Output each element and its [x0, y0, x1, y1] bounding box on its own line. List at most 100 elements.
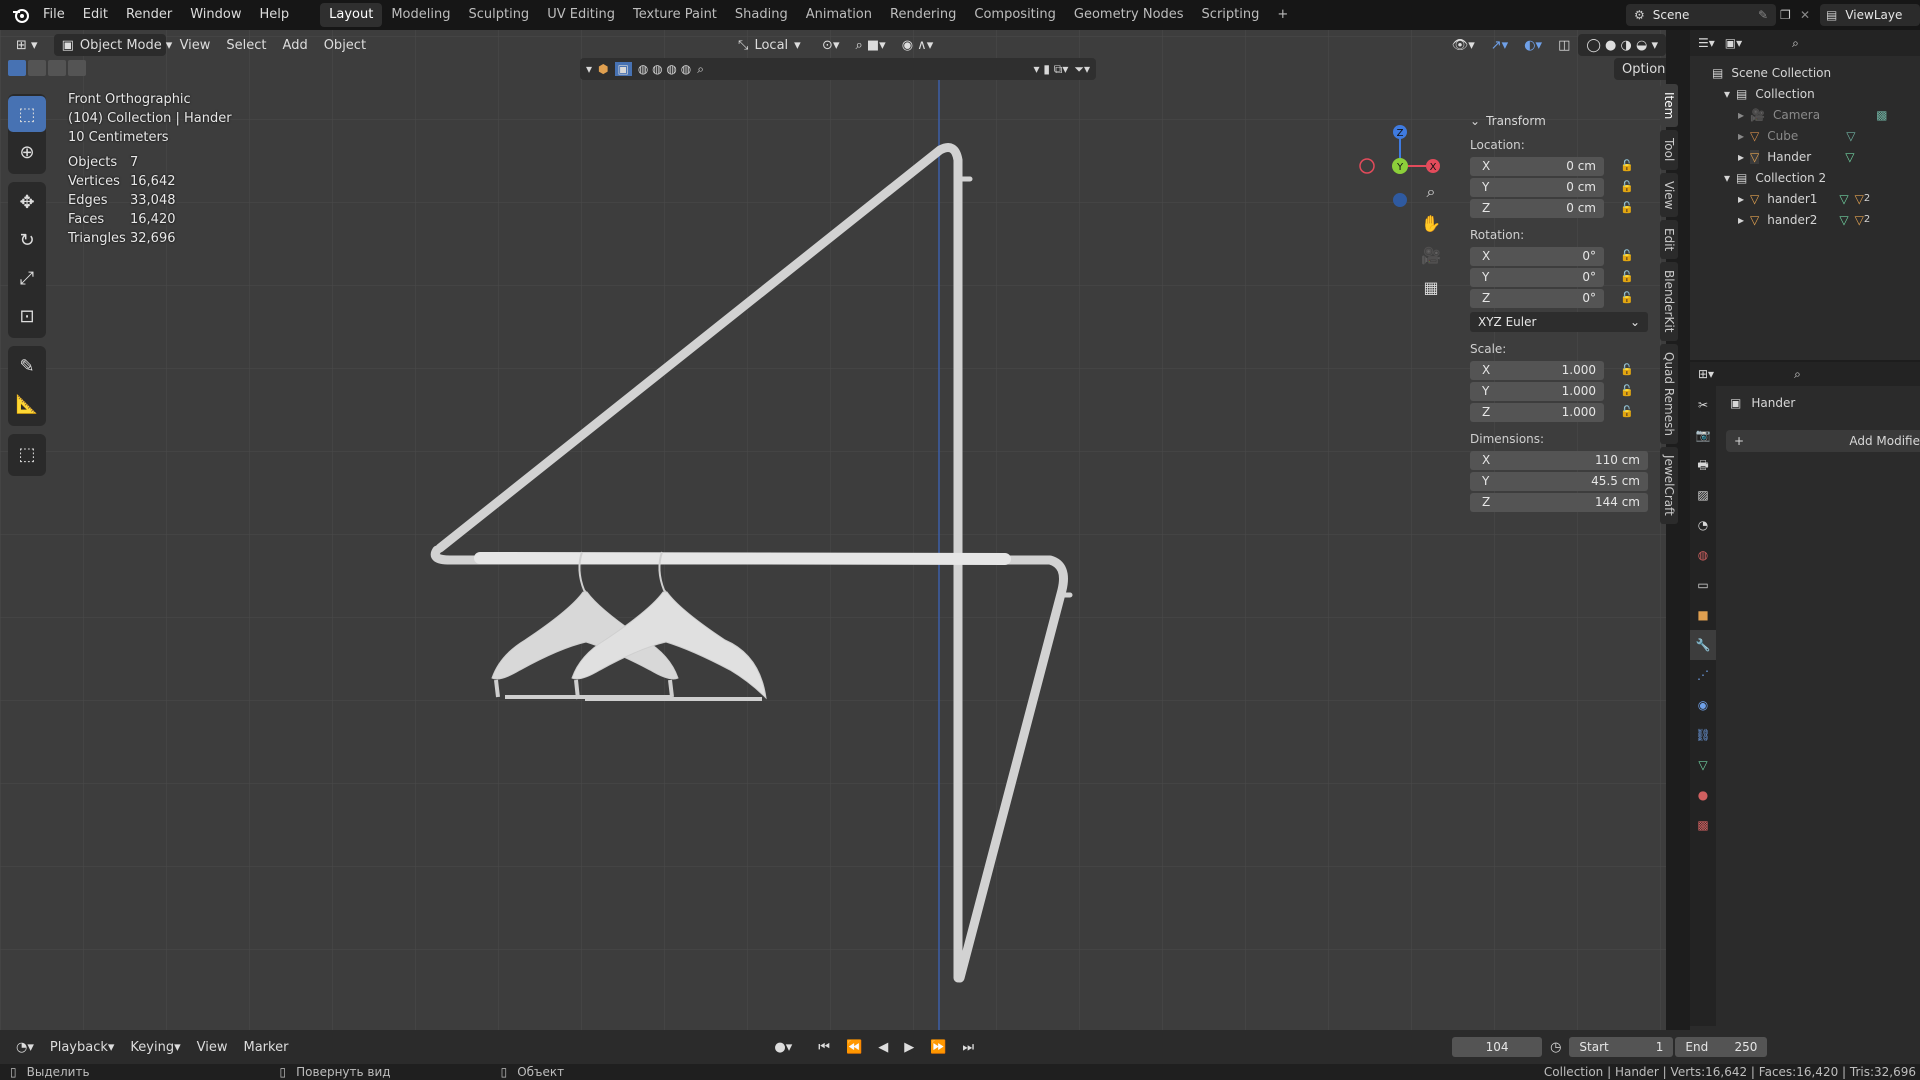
- rotate-tool-icon[interactable]: ↻: [8, 222, 46, 258]
- current-frame-field[interactable]: 104: [1452, 1037, 1543, 1057]
- tab-blenderkit[interactable]: BlenderKit: [1660, 262, 1678, 341]
- snap-icon[interactable]: ⌕ ■▾: [847, 34, 893, 56]
- next-keyframe-icon[interactable]: ⏩: [922, 1036, 954, 1058]
- proportional-edit-icon[interactable]: ◉ ∧▾: [894, 34, 942, 56]
- particles-tab-icon[interactable]: ⋰: [1690, 660, 1716, 690]
- select-extend-icon[interactable]: [28, 60, 46, 76]
- cursor-tool-icon[interactable]: ⊕: [8, 134, 46, 170]
- menu-help[interactable]: Help: [251, 0, 299, 30]
- end-frame-field[interactable]: End 250: [1675, 1037, 1768, 1057]
- menu-keying[interactable]: Keying ▾: [122, 1036, 188, 1058]
- blender-logo-icon[interactable]: [8, 0, 34, 30]
- lock-icon[interactable]: 🔓: [1620, 180, 1638, 194]
- search-icon[interactable]: ⌕: [1792, 36, 1799, 51]
- search-icon[interactable]: ⌕: [1794, 367, 1801, 382]
- add-cube-tool-icon[interactable]: ⬚: [8, 436, 46, 472]
- object-tab-icon[interactable]: ■: [1690, 600, 1716, 630]
- timeline-editor-icon[interactable]: ◔▾: [8, 1036, 42, 1058]
- output-tab-icon[interactable]: 🖶: [1690, 450, 1716, 480]
- menu-marker[interactable]: Marker: [235, 1036, 296, 1058]
- chevron-right-icon[interactable]: ▸: [1738, 192, 1744, 206]
- outliner-editor-icon[interactable]: ☰▾: [1698, 36, 1715, 50]
- view-layer-tab-icon[interactable]: ▨: [1690, 480, 1716, 510]
- outliner-item-cube[interactable]: ▸ ▽ Cube ▽: [1712, 125, 1920, 146]
- mode-selector[interactable]: ▣ Object Mode ▾: [53, 34, 172, 56]
- menu-add[interactable]: Add: [275, 34, 316, 56]
- bookmark-icon[interactable]: ▾ ▮ ⧉▾: [1034, 62, 1069, 77]
- menu-playback[interactable]: Playback ▾: [42, 1036, 123, 1058]
- menu-select[interactable]: Select: [218, 34, 274, 56]
- texture-tab-icon[interactable]: ▩: [1690, 810, 1716, 840]
- pan-hand-icon[interactable]: ✋: [1418, 214, 1444, 246]
- rotation-z-field[interactable]: Z 0°: [1470, 288, 1604, 308]
- physics-tab-icon[interactable]: ◉: [1690, 690, 1716, 720]
- new-scene-icon[interactable]: ❐: [1780, 8, 1800, 22]
- outliner-collection-2[interactable]: ▾ ▤ Collection 2: [1712, 167, 1920, 188]
- tool-tab-icon[interactable]: ✂: [1690, 390, 1716, 420]
- lock-icon[interactable]: 🔓: [1620, 291, 1638, 305]
- options-button[interactable]: Options ▾: [1614, 58, 1666, 80]
- chevron-right-icon[interactable]: ▸: [1738, 213, 1744, 227]
- tab-geometry-nodes[interactable]: Geometry Nodes: [1065, 3, 1193, 27]
- menu-view[interactable]: View: [189, 1036, 236, 1058]
- prev-keyframe-icon[interactable]: ⏪: [838, 1036, 870, 1058]
- jump-start-icon[interactable]: ⏮: [810, 1036, 838, 1058]
- tab-compositing[interactable]: Compositing: [965, 3, 1065, 27]
- tab-sculpting[interactable]: Sculpting: [459, 3, 538, 27]
- menu-edit[interactable]: Edit: [74, 0, 117, 30]
- jump-end-icon[interactable]: ⏭: [954, 1036, 982, 1058]
- tab-layout[interactable]: Layout: [320, 3, 383, 27]
- shading-modes[interactable]: ◯ ● ◑ ◒ ▾: [1578, 34, 1666, 56]
- select-subtract-icon[interactable]: [48, 60, 66, 76]
- lock-icon[interactable]: 🔓: [1620, 159, 1638, 173]
- xray-icon[interactable]: ◫: [1550, 34, 1578, 56]
- rotation-x-field[interactable]: X 0°: [1470, 246, 1604, 266]
- properties-editor-icon[interactable]: ⊞▾: [1698, 367, 1714, 381]
- start-frame-field[interactable]: Start 1: [1569, 1037, 1674, 1057]
- clock-icon[interactable]: ◷: [1542, 1036, 1569, 1058]
- tab-scripting[interactable]: Scripting: [1193, 3, 1269, 27]
- chevron-down-icon[interactable]: ▾: [1724, 87, 1730, 101]
- lock-icon[interactable]: 🔓: [1620, 405, 1638, 419]
- tab-animation[interactable]: Animation: [797, 3, 881, 27]
- lock-icon[interactable]: 🔓: [1620, 270, 1638, 284]
- dimension-y-field[interactable]: Y 45.5 cm: [1470, 471, 1648, 491]
- render-tab-icon[interactable]: 📷: [1690, 420, 1716, 450]
- editor-type-icon[interactable]: ⊞ ▾: [8, 34, 46, 56]
- camera-view-icon[interactable]: 🎥: [1418, 246, 1444, 278]
- move-tool-icon[interactable]: ✥: [8, 184, 46, 220]
- lock-icon[interactable]: 🔓: [1620, 201, 1638, 215]
- object-types-icon[interactable]: ⬢: [598, 62, 608, 76]
- play-icon[interactable]: ▶: [896, 1036, 922, 1058]
- outliner-scene-collection[interactable]: ▤ Scene Collection: [1712, 62, 1920, 83]
- tab-view[interactable]: View: [1660, 172, 1678, 218]
- gizmo-toggle-icon[interactable]: ↗▾: [1483, 34, 1516, 56]
- add-workspace-icon[interactable]: +: [1268, 3, 1297, 27]
- modifier-tab-icon[interactable]: 🔧: [1690, 630, 1716, 660]
- outliner-item-hander1[interactable]: ▸ ▽ hander1 ▽ ▽ 2: [1712, 188, 1920, 209]
- location-x-field[interactable]: X 0 cm: [1470, 156, 1604, 176]
- select-new-icon[interactable]: [8, 60, 26, 76]
- outliner-collection[interactable]: ▾ ▤ Collection: [1712, 83, 1920, 104]
- location-z-field[interactable]: Z 0 cm: [1470, 198, 1604, 218]
- chevron-down-icon[interactable]: ⌄: [1470, 114, 1480, 128]
- filter-icons[interactable]: ◍ ◍ ◍ ◍: [638, 62, 691, 76]
- overlay-toggle-icon[interactable]: ◐▾: [1516, 34, 1550, 56]
- lock-icon[interactable]: 🔓: [1620, 384, 1638, 398]
- ortho-grid-icon[interactable]: ▦: [1418, 278, 1444, 310]
- tab-item[interactable]: Item: [1660, 84, 1678, 128]
- outliner-item-camera[interactable]: ▸ 🎥 Camera ▩: [1712, 104, 1920, 125]
- transform-header[interactable]: Transform: [1486, 114, 1546, 128]
- tab-modeling[interactable]: Modeling: [382, 3, 459, 27]
- menu-view[interactable]: View: [172, 34, 219, 56]
- rotation-y-field[interactable]: Y 0°: [1470, 267, 1604, 287]
- orientation-selector[interactable]: ⤡ Local ▾: [730, 34, 814, 56]
- material-tab-icon[interactable]: ●: [1690, 780, 1716, 810]
- menu-window[interactable]: Window: [181, 0, 250, 30]
- collection-tab-icon[interactable]: ▭: [1690, 570, 1716, 600]
- chevron-down-icon[interactable]: ▾: [1724, 171, 1730, 185]
- record-icon[interactable]: ●▾: [766, 1036, 800, 1058]
- dimension-x-field[interactable]: X 110 cm: [1470, 450, 1648, 470]
- scale-x-field[interactable]: X 1.000: [1470, 360, 1604, 380]
- rotation-mode-select[interactable]: XYZ Euler ⌄: [1470, 312, 1648, 332]
